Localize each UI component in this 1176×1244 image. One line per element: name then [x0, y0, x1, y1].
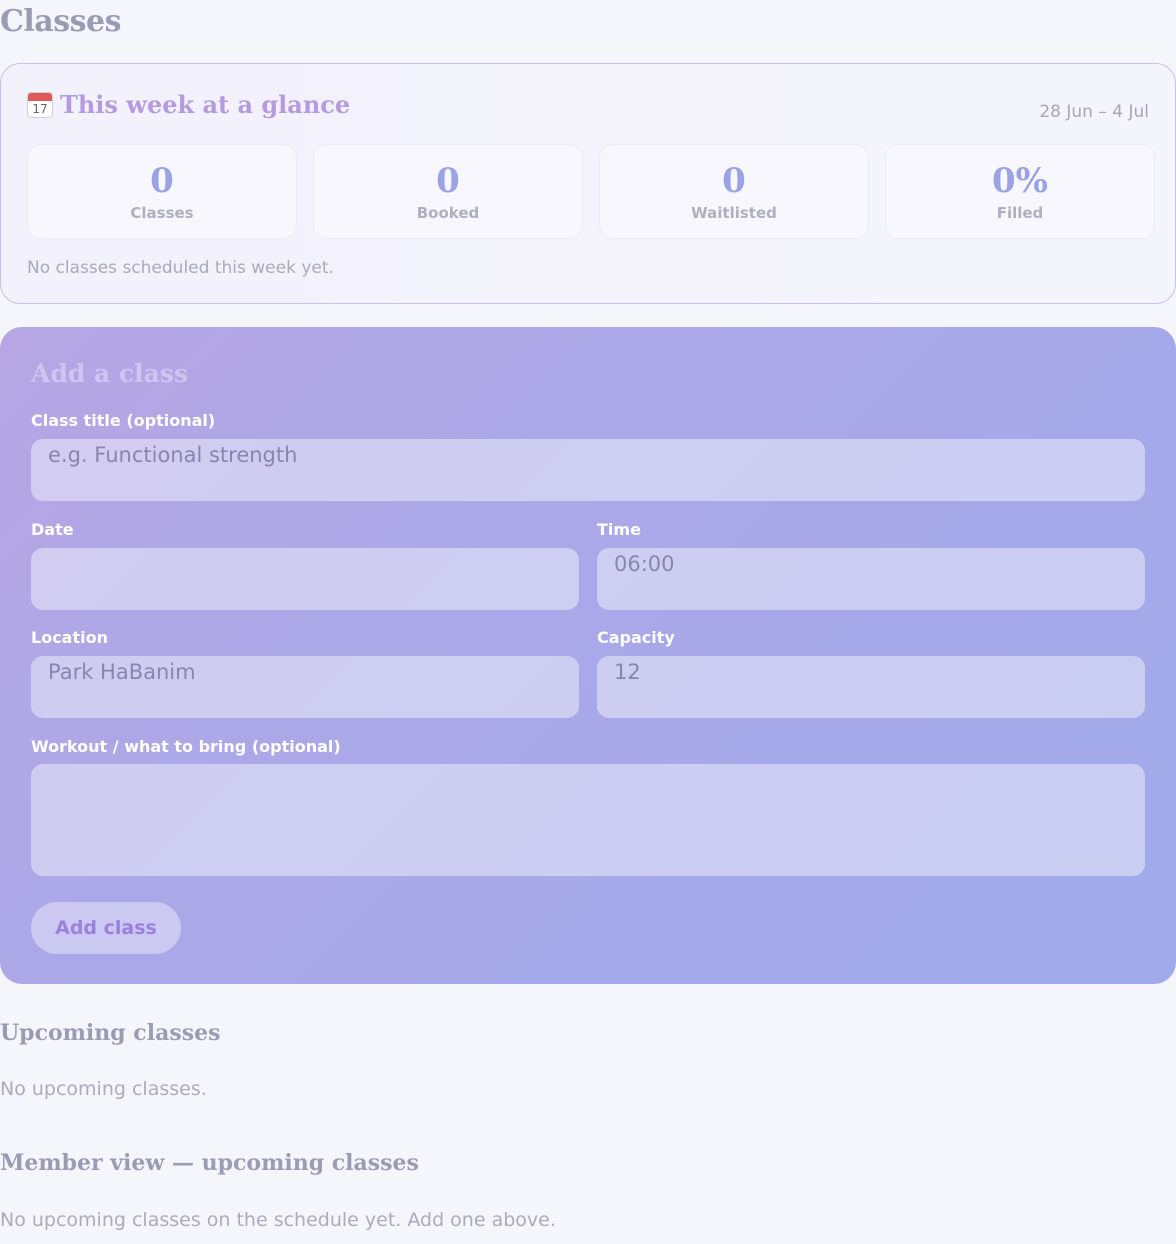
stat-value: 0: [436, 160, 460, 201]
time-input[interactable]: 06:00: [597, 548, 1145, 610]
add-class-button[interactable]: Add class: [31, 902, 181, 954]
add-class-title: Add a class: [31, 359, 189, 388]
workout-textarea[interactable]: [31, 764, 1145, 876]
workout-label: Workout / what to bring (optional): [31, 737, 341, 756]
location-input[interactable]: Park HaBanim: [31, 656, 579, 718]
calendar-icon-day: 17: [32, 101, 48, 116]
week-overview-card: 17 This week at a glance 28 Jun – 4 Jul …: [0, 63, 1176, 304]
stat-label: Booked: [416, 203, 480, 222]
add-class-card: Add a class Class title (optional) e.g. …: [0, 327, 1176, 984]
page-title: Classes: [0, 4, 121, 39]
date-label: Date: [31, 520, 74, 539]
capacity-label: Capacity: [597, 628, 675, 647]
stat-classes: 0 Classes: [27, 144, 297, 239]
upcoming-classes-title: Upcoming classes: [0, 1020, 221, 1046]
stat-waitlisted: 0 Waitlisted: [599, 144, 869, 239]
stat-label: Filled: [996, 203, 1044, 222]
class-title-label: Class title (optional): [31, 411, 216, 430]
stat-value: 0: [150, 160, 174, 201]
calendar-icon: 17: [27, 91, 53, 118]
date-input[interactable]: [31, 548, 579, 610]
upcoming-empty-message: No upcoming classes.: [0, 1078, 207, 1100]
stat-value: 0: [722, 160, 746, 201]
stat-label: Classes: [130, 203, 194, 222]
stat-filled: 0% Filled: [885, 144, 1155, 239]
member-view-title: Member view — upcoming classes: [0, 1150, 419, 1176]
time-label: Time: [597, 520, 641, 539]
location-label: Location: [31, 628, 108, 647]
week-date-range: 28 Jun – 4 Jul: [1039, 102, 1149, 122]
capacity-input[interactable]: 12: [597, 656, 1145, 718]
stat-booked: 0 Booked: [313, 144, 583, 239]
week-title: This week at a glance: [60, 90, 351, 119]
member-view-empty-message: No upcoming classes on the schedule yet.…: [0, 1209, 556, 1231]
week-stats: 0 Classes 0 Booked 0 Waitlisted 0% Fille…: [27, 144, 1155, 239]
class-title-input[interactable]: e.g. Functional strength: [31, 439, 1145, 501]
week-header: 17 This week at a glance: [27, 90, 350, 119]
stat-label: Waitlisted: [691, 203, 777, 222]
stat-value: 0%: [992, 160, 1048, 201]
week-empty-message: No classes scheduled this week yet.: [27, 258, 334, 278]
